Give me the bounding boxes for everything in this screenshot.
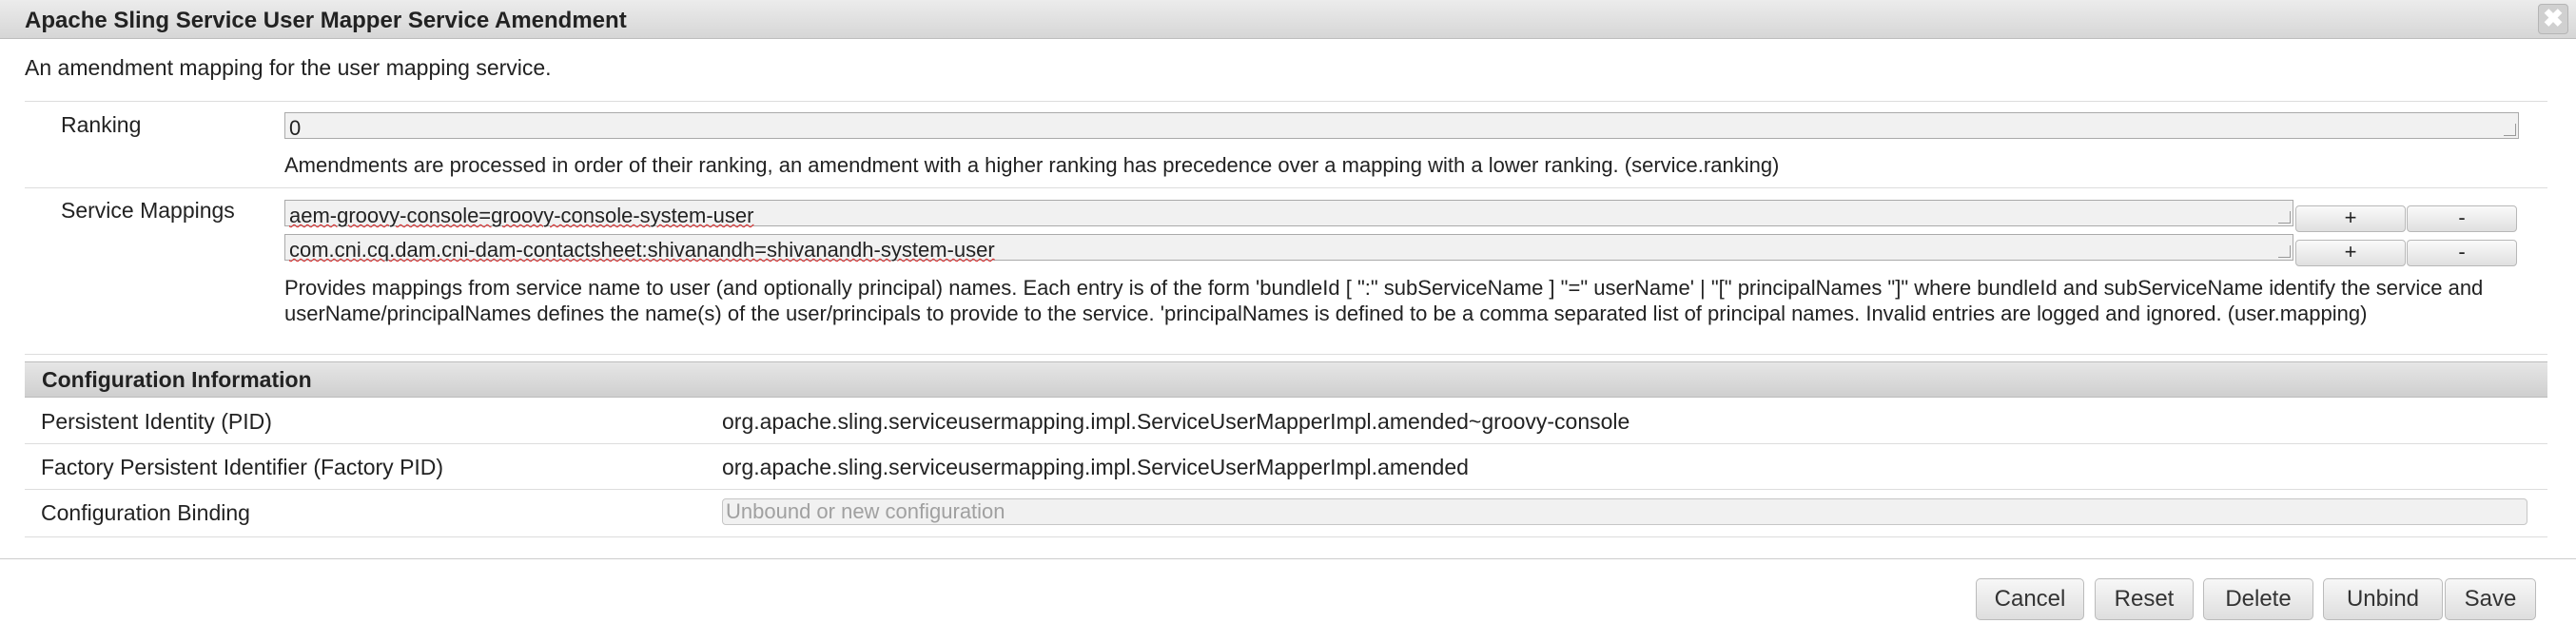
pid-label: Persistent Identity (PID): [41, 409, 272, 434]
cancel-button[interactable]: Cancel: [1976, 578, 2084, 620]
divider: [25, 187, 2547, 188]
dialog-description: An amendment mapping for the user mappin…: [25, 55, 552, 80]
binding-label: Configuration Binding: [41, 500, 250, 525]
service-mapping-value: aem-groovy-console=groovy-console-system…: [289, 204, 754, 227]
remove-mapping-button[interactable]: -: [2407, 205, 2517, 232]
pid-row: Persistent Identity (PID) org.apache.sli…: [25, 398, 2547, 444]
close-icon[interactable]: ✖: [2538, 4, 2568, 34]
factory-pid-row: Factory Persistent Identifier (Factory P…: [25, 443, 2547, 490]
delete-button[interactable]: Delete: [2203, 578, 2313, 620]
divider: [25, 101, 2547, 102]
service-mapping-value: com.cni.cq.dam.cni-dam-contactsheet:shiv…: [289, 238, 995, 262]
config-info-header: Configuration Information: [25, 361, 2547, 398]
service-mappings-help: Provides mappings from service name to u…: [284, 276, 2484, 325]
ranking-label: Ranking: [61, 112, 142, 137]
config-info-heading: Configuration Information: [42, 367, 312, 392]
ranking-help: Amendments are processed in order of the…: [284, 153, 1780, 177]
service-mapping-input[interactable]: com.cni.cq.dam.cni-dam-contactsheet:shiv…: [284, 234, 2293, 262]
dialog-titlebar: Apache Sling Service User Mapper Service…: [0, 0, 2576, 39]
divider: [25, 354, 2547, 355]
resize-handle-icon[interactable]: [2278, 245, 2291, 258]
pid-value: org.apache.sling.serviceusermapping.impl…: [722, 409, 1630, 434]
dialog-title: Apache Sling Service User Mapper Service…: [25, 8, 627, 33]
reset-button[interactable]: Reset: [2095, 578, 2194, 620]
remove-mapping-button[interactable]: -: [2407, 240, 2517, 266]
binding-row: Configuration Binding Unbound or new con…: [25, 489, 2547, 537]
factory-pid-value: org.apache.sling.serviceusermapping.impl…: [722, 455, 1469, 479]
ranking-input[interactable]: 0: [284, 112, 2519, 140]
unbind-button[interactable]: Unbind: [2323, 578, 2443, 620]
resize-handle-icon[interactable]: [2278, 211, 2291, 224]
ranking-value: 0: [289, 116, 302, 140]
service-mappings-label: Service Mappings: [61, 198, 235, 223]
add-mapping-button[interactable]: +: [2295, 205, 2406, 232]
binding-field: Unbound or new configuration: [722, 498, 2527, 525]
footer-divider: [0, 558, 2576, 559]
add-mapping-button[interactable]: +: [2295, 240, 2406, 266]
save-button[interactable]: Save: [2445, 578, 2536, 620]
factory-pid-label: Factory Persistent Identifier (Factory P…: [41, 455, 444, 479]
service-mapping-input[interactable]: aem-groovy-console=groovy-console-system…: [284, 200, 2293, 227]
resize-handle-icon[interactable]: [2504, 124, 2516, 136]
